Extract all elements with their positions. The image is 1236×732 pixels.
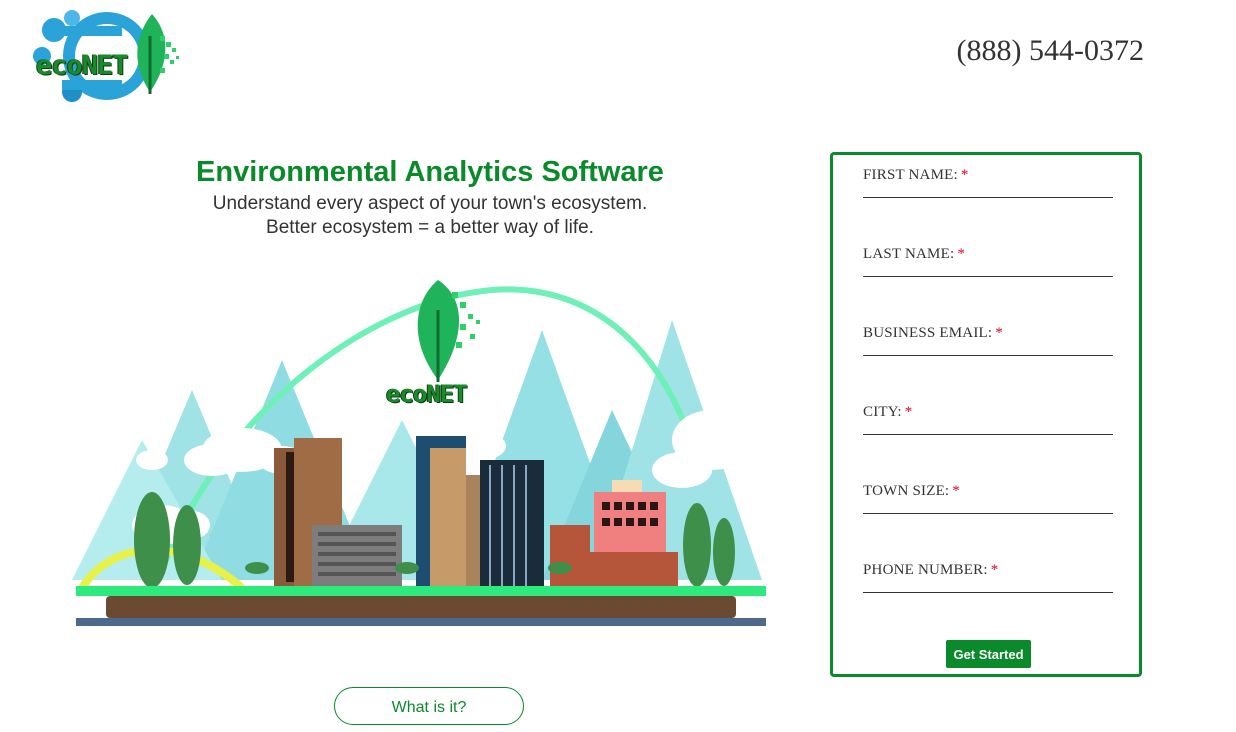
illustration-logo-text: ecoNET	[386, 380, 468, 408]
business-email-input[interactable]	[863, 335, 1117, 357]
hero-subtitle-line-2: Better ecosystem = a better way of life.	[266, 217, 594, 238]
phone-number[interactable]: (888) 544-0372	[957, 34, 1144, 68]
first-name-field: FIRST NAME: *	[863, 167, 1117, 199]
city-illustration-graphic	[72, 280, 766, 626]
get-started-button[interactable]: Get Started	[946, 640, 1031, 668]
phone-number-underline	[863, 592, 1113, 593]
econet-logo[interactable]: ecoNET	[32, 6, 182, 108]
town-size-input[interactable]	[863, 493, 1117, 515]
city-illustration: ecoNET	[72, 270, 772, 630]
signup-form: FIRST NAME: * LAST NAME: * BUSINESS EMAIL:…	[830, 152, 1142, 677]
first-name-input[interactable]	[863, 177, 1117, 199]
last-name-underline	[863, 276, 1113, 277]
hero-title: Environmental Analytics Software	[196, 156, 664, 188]
city-underline	[863, 434, 1113, 435]
first-name-underline	[863, 197, 1113, 198]
last-name-input[interactable]	[863, 256, 1117, 278]
town-size-field: TOWN SIZE: *	[863, 483, 1117, 515]
hero-subtitle-line-1: Understand every aspect of your town's e…	[212, 193, 648, 214]
hero-subtitle: Understand every aspect of your town's e…	[130, 192, 730, 240]
city-field: CITY: *	[863, 404, 1117, 436]
logo-text: ecoNET	[36, 50, 129, 81]
business-email-field: BUSINESS EMAIL: *	[863, 325, 1117, 357]
business-email-underline	[863, 355, 1113, 356]
what-is-it-button[interactable]: What is it?	[334, 687, 524, 725]
phone-number-input[interactable]	[863, 572, 1117, 594]
phone-number-field: PHONE NUMBER: *	[863, 562, 1117, 594]
city-input[interactable]	[863, 414, 1117, 436]
town-size-underline	[863, 513, 1113, 514]
last-name-field: LAST NAME: *	[863, 246, 1117, 278]
